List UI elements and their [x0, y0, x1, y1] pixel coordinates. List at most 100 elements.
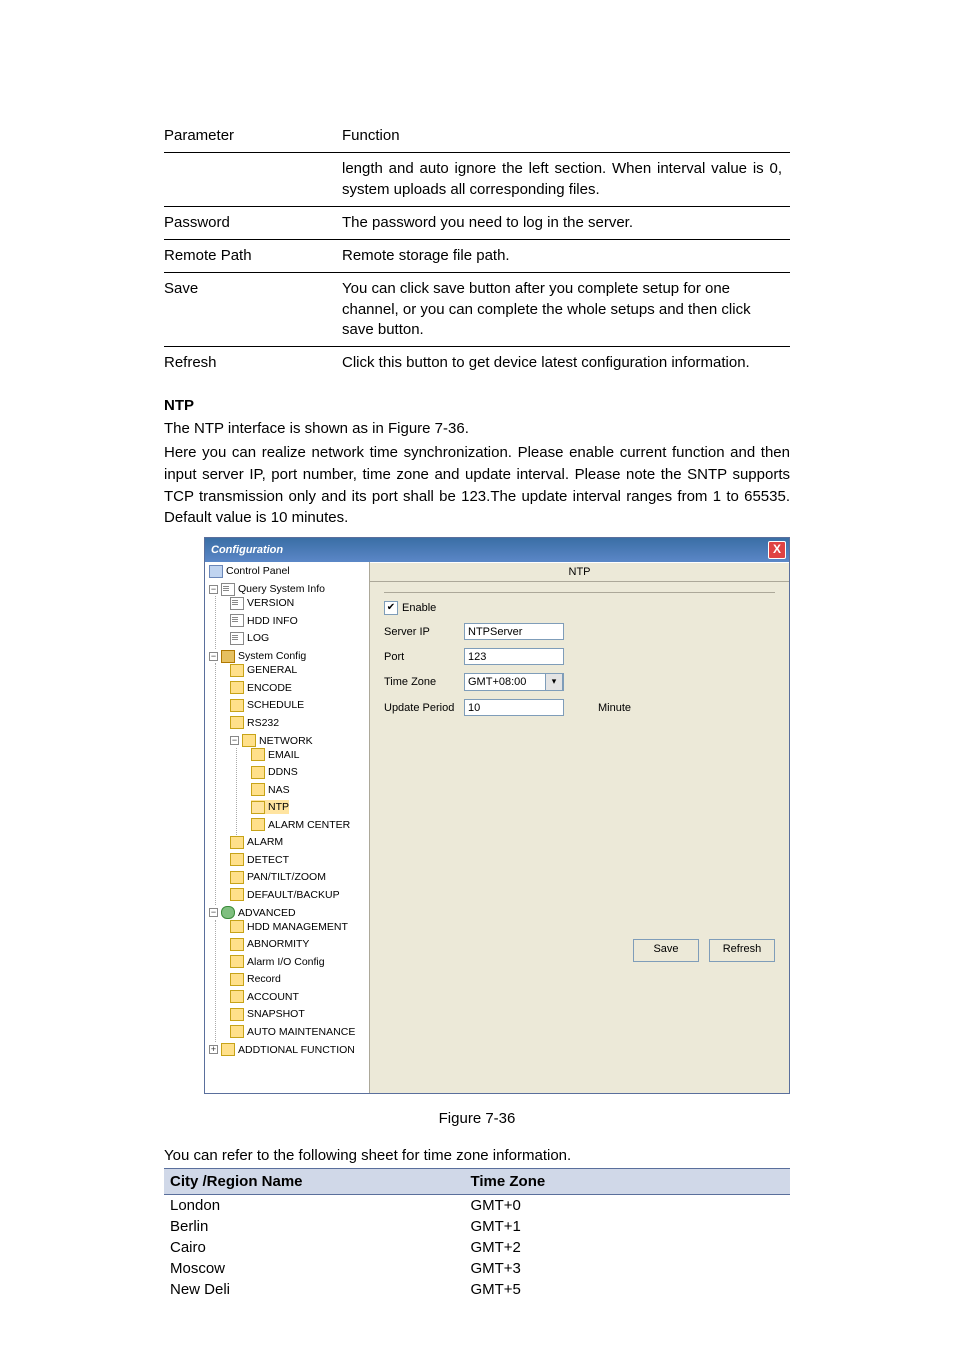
figure-caption: Figure 7-36 [164, 1110, 790, 1127]
timezone-select[interactable]: GMT+08:00 ▾ [464, 673, 564, 691]
advanced-icon [221, 906, 235, 919]
folder-icon [251, 766, 265, 779]
tree-item-automaint[interactable]: AUTO MAINTENANCE [230, 1025, 355, 1039]
tree-item-ddns[interactable]: DDNS [251, 765, 298, 779]
tz-cell: GMT+5 [464, 1279, 790, 1300]
dialog-title: Configuration [211, 544, 283, 556]
tree-item-alarmio[interactable]: Alarm I/O Config [230, 955, 325, 969]
param-cell: Password [164, 206, 342, 239]
tree-item-record[interactable]: Record [230, 972, 281, 986]
tree-item-detect[interactable]: DETECT [230, 853, 289, 867]
content-pane: NTP ✔ Enable Server IP Port [370, 562, 789, 1093]
updateperiod-input[interactable] [464, 699, 564, 716]
tree-item-snapshot[interactable]: SNAPSHOT [230, 1007, 305, 1021]
tree-group-network[interactable]: −NETWORK [230, 734, 313, 748]
system-icon [221, 650, 235, 663]
folder-icon [230, 836, 244, 849]
folder-icon [230, 871, 244, 884]
param-cell [164, 153, 342, 207]
collapse-icon[interactable]: − [209, 908, 218, 917]
port-input[interactable] [464, 648, 564, 665]
tree-item-hddinfo[interactable]: HDD INFO [230, 614, 298, 628]
tz-cell: GMT+1 [464, 1216, 790, 1237]
param-header-func: Function [342, 120, 790, 153]
tz-cell: London [164, 1195, 464, 1217]
save-button[interactable]: Save [633, 939, 699, 962]
panel-title: NTP [370, 562, 789, 582]
param-cell: Refresh [164, 347, 342, 380]
tree-root[interactable]: Control Panel [209, 564, 290, 578]
enable-checkbox[interactable]: ✔ [384, 601, 398, 615]
tree-item-ptz[interactable]: PAN/TILT/ZOOM [230, 870, 326, 884]
param-cell: length and auto ignore the left section.… [342, 153, 790, 207]
collapse-icon[interactable]: − [209, 585, 218, 594]
folder-icon [230, 681, 244, 694]
form-area: ✔ Enable Server IP Port Time Zone [370, 582, 789, 972]
tz-cell: GMT+3 [464, 1258, 790, 1279]
param-header-param: Parameter [164, 120, 342, 153]
timezone-value: GMT+08:00 [468, 676, 526, 688]
updateperiod-unit: Minute [598, 702, 631, 714]
dialog-titlebar[interactable]: Configuration X [205, 538, 789, 562]
doc-icon [230, 614, 244, 627]
folder-open-icon [251, 801, 265, 814]
param-table: Parameter Function length and auto ignor… [164, 120, 790, 379]
serverip-input[interactable] [464, 623, 564, 640]
tree-group-additional[interactable]: +ADDTIONAL FUNCTION [209, 1043, 355, 1057]
collapse-icon[interactable]: − [209, 652, 218, 661]
tree-item-log[interactable]: LOG [230, 631, 269, 645]
tree-item-alarm[interactable]: ALARM [230, 835, 283, 849]
tree-group-system[interactable]: −System Config [209, 649, 306, 663]
page: Parameter Function length and auto ignor… [0, 0, 954, 1360]
tree-item-nas[interactable]: NAS [251, 783, 290, 797]
config-dialog: Configuration X Control Panel −Query Sys… [204, 537, 790, 1094]
tree-item-abnormity[interactable]: ABNORMITY [230, 937, 309, 951]
tree-item-rs232[interactable]: RS232 [230, 716, 279, 730]
tz-header-city: City /Region Name [164, 1169, 464, 1195]
body-text: Here you can realize network time synchr… [164, 442, 790, 529]
body-text: The NTP interface is shown as in Figure … [164, 418, 790, 440]
tree-item-general[interactable]: GENERAL [230, 663, 297, 677]
collapse-icon[interactable]: − [230, 736, 239, 745]
tree-item-alarmcenter[interactable]: ALARM CENTER [251, 818, 350, 832]
expand-icon[interactable]: + [209, 1045, 218, 1054]
tz-cell: GMT+0 [464, 1195, 790, 1217]
folder-icon [230, 699, 244, 712]
tree-group-advanced[interactable]: −ADVANCED [209, 906, 296, 920]
tree-pane[interactable]: Control Panel −Query System Info VERSION… [205, 562, 370, 1093]
updateperiod-label: Update Period [384, 702, 464, 714]
folder-icon [230, 853, 244, 866]
chevron-down-icon[interactable]: ▾ [545, 673, 563, 691]
param-cell: Save [164, 273, 342, 347]
folder-icon [221, 1043, 235, 1056]
timezone-table: City /Region Name Time Zone LondonGMT+0 … [164, 1168, 790, 1300]
timezone-label: Time Zone [384, 676, 464, 688]
tree-item-hddmgmt[interactable]: HDD MANAGEMENT [230, 920, 348, 934]
doc-icon [230, 597, 244, 610]
dialog-body: Control Panel −Query System Info VERSION… [205, 562, 789, 1093]
close-icon[interactable]: X [768, 541, 786, 559]
param-cell: You can click save button after you comp… [342, 273, 790, 347]
param-cell: Remote storage file path. [342, 240, 790, 273]
folder-icon [230, 990, 244, 1003]
param-cell: The password you need to log in the serv… [342, 206, 790, 239]
tz-cell: Moscow [164, 1258, 464, 1279]
tz-cell: GMT+2 [464, 1237, 790, 1258]
section-title: NTP [164, 397, 790, 414]
tz-cell: New Deli [164, 1279, 464, 1300]
tree-item-version[interactable]: VERSION [230, 596, 294, 610]
folder-icon [230, 938, 244, 951]
tree-item-email[interactable]: EMAIL [251, 748, 300, 762]
folder-icon [230, 973, 244, 986]
refresh-button[interactable]: Refresh [709, 939, 775, 962]
tree-item-schedule[interactable]: SCHEDULE [230, 698, 304, 712]
serverip-label: Server IP [384, 626, 464, 638]
tree-item-encode[interactable]: ENCODE [230, 681, 292, 695]
folder-icon [251, 748, 265, 761]
tree-item-ntp[interactable]: NTP [251, 800, 289, 814]
param-cell: Click this button to get device latest c… [342, 347, 790, 380]
tree-item-account[interactable]: ACCOUNT [230, 990, 299, 1004]
tree-item-defaultbackup[interactable]: DEFAULT/BACKUP [230, 888, 340, 902]
folder-icon [230, 955, 244, 968]
tree-group-query[interactable]: −Query System Info [209, 582, 325, 596]
